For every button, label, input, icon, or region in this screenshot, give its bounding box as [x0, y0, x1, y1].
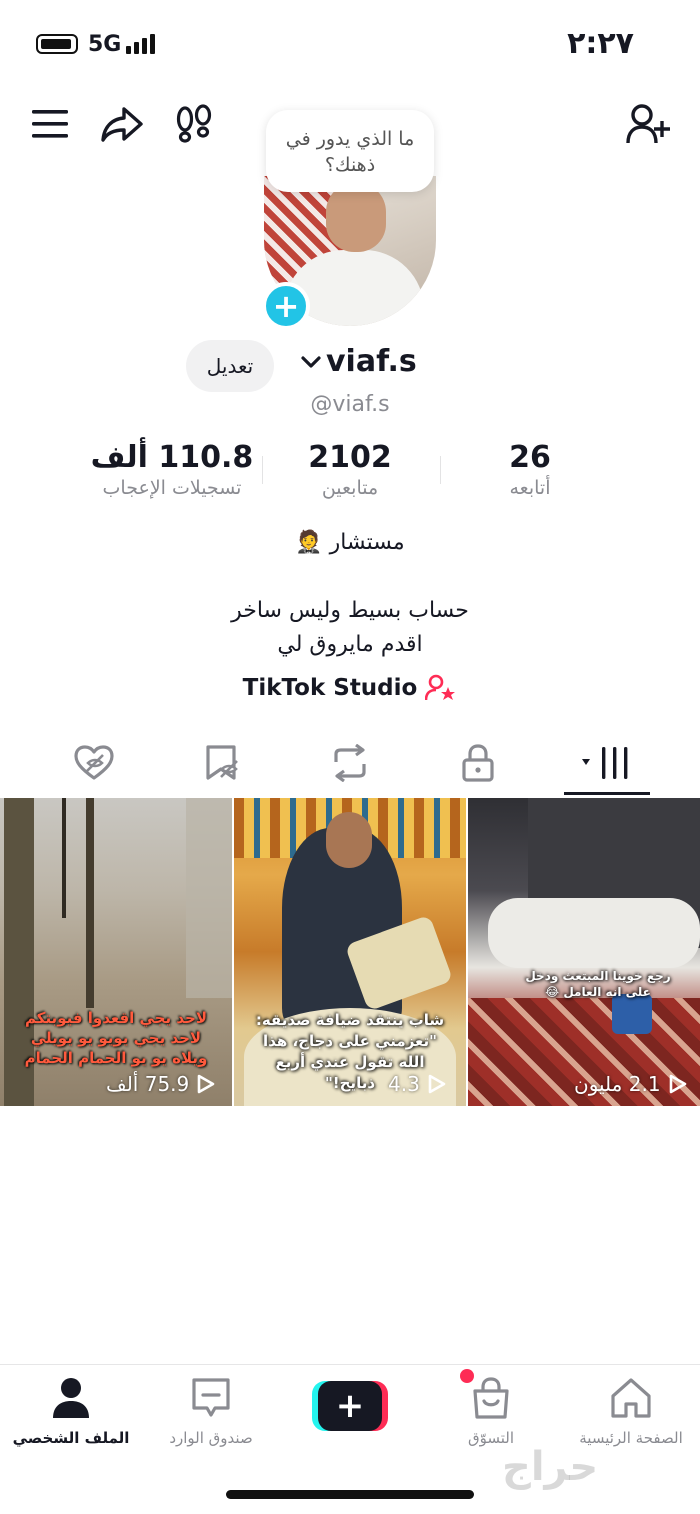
- studio-link-label: TikTok Studio: [242, 675, 418, 701]
- plus-icon: +: [318, 1381, 382, 1431]
- play-icon: [669, 1074, 686, 1094]
- view-count: 75.9 ألف: [106, 1072, 215, 1096]
- add-friend-icon[interactable]: [624, 100, 672, 148]
- signal-icon: [126, 34, 160, 54]
- profile-title: مستشار 🤵: [295, 530, 405, 555]
- lock-icon: [462, 744, 494, 782]
- status-time: ٢:٢٧: [567, 26, 634, 61]
- video-thumbnail[interactable]: شاب ينتقد ضيافة صديقه: "تعزمني على دجاج،…: [234, 798, 466, 1106]
- nav-inbox[interactable]: صندوق الوارد: [146, 1377, 276, 1447]
- bio-line: اقدم مايروق لي: [277, 632, 423, 657]
- menu-icon[interactable]: [28, 102, 72, 146]
- watermark-logo: حراج: [502, 1444, 599, 1490]
- likes-count: 110.8 ألف: [90, 440, 254, 475]
- share-icon[interactable]: [98, 100, 146, 148]
- video-caption: رجع خوينا المبتعث ودخل على انه العامل 😂: [525, 969, 671, 999]
- username-switcher[interactable]: viaf.s: [300, 344, 417, 379]
- thought-bubble[interactable]: ما الذي يدور في ذهنك؟: [266, 110, 434, 192]
- stat-divider: [262, 456, 263, 484]
- tab-reposts[interactable]: [292, 730, 408, 796]
- home-icon: [611, 1378, 651, 1418]
- video-grid: لاحد يجي اقعدوا فيوبتكم لاحد يجي يويو يو…: [0, 798, 700, 1106]
- username: viaf.s: [326, 344, 417, 379]
- tiktok-studio-link[interactable]: TikTok Studio: [0, 674, 700, 702]
- footprints-icon[interactable]: [170, 100, 218, 148]
- tab-private[interactable]: [420, 730, 536, 796]
- edit-profile-button[interactable]: تعديل: [186, 340, 274, 392]
- view-count: 2.1 مليون: [574, 1072, 687, 1096]
- status-bar: 5G ٢:٢٧: [0, 0, 700, 90]
- nav-home[interactable]: الصفحة الرئيسية: [566, 1377, 696, 1447]
- followers-count: 2102: [308, 440, 392, 475]
- create-button[interactable]: +: [312, 1381, 388, 1431]
- tab-videos[interactable]: [550, 730, 666, 796]
- nav-profile-label: الملف الشخصي: [12, 1429, 130, 1447]
- stat-divider: [440, 456, 441, 484]
- tab-favorites[interactable]: [166, 730, 282, 796]
- nav-inbox-label: صندوق الوارد: [169, 1429, 253, 1447]
- video-caption: لاحد يجي اقعدوا فيوبتكم لاحد يجي يويو يو…: [24, 1009, 208, 1067]
- view-count: 4.3: [388, 1072, 446, 1096]
- tab-liked[interactable]: [36, 730, 152, 796]
- bio: حساب بسيط وليس ساخر اقدم مايروق لي: [0, 594, 700, 662]
- heart-hidden-icon: [74, 745, 114, 780]
- home-indicator[interactable]: [226, 1490, 474, 1499]
- add-story-button[interactable]: +: [262, 282, 310, 330]
- inbox-icon: [192, 1378, 230, 1417]
- bio-line: حساب بسيط وليس ساخر: [231, 598, 469, 623]
- likes-stat[interactable]: 110.8 ألف تسجيلات الإعجاب: [90, 440, 254, 499]
- profile-icon: [53, 1378, 89, 1418]
- creator-star-icon: [425, 674, 456, 701]
- video-thumbnail[interactable]: لاحد يجي اقعدوا فيوبتكم لاحد يجي يويو يو…: [0, 798, 232, 1106]
- active-tab-indicator: [564, 792, 650, 795]
- chevron-down-icon: [301, 355, 321, 368]
- video-thumbnail[interactable]: رجع خوينا المبتعث ودخل على انه العامل 😂 …: [468, 798, 700, 1106]
- nav-profile[interactable]: الملف الشخصي: [6, 1377, 136, 1447]
- content-tabs: [0, 730, 700, 796]
- user-handle: @viaf.s: [310, 392, 390, 417]
- following-count: 26: [509, 440, 551, 475]
- nav-shop[interactable]: التسوّق: [426, 1377, 556, 1447]
- battery-icon: [36, 34, 78, 54]
- repost-icon: [334, 744, 366, 782]
- following-stat[interactable]: 26 أتابعه: [468, 440, 592, 499]
- play-icon: [428, 1074, 446, 1094]
- shopping-bag-icon: [473, 1377, 509, 1419]
- following-label: أتابعه: [509, 477, 551, 499]
- likes-label: تسجيلات الإعجاب: [102, 477, 242, 499]
- followers-label: متابعين: [321, 477, 379, 499]
- play-icon: [197, 1074, 215, 1094]
- followers-stat[interactable]: 2102 متابعين: [292, 440, 408, 499]
- network-type: 5G: [88, 32, 122, 57]
- video-grid-icon: [582, 747, 628, 779]
- bookmark-hidden-icon: [206, 745, 238, 780]
